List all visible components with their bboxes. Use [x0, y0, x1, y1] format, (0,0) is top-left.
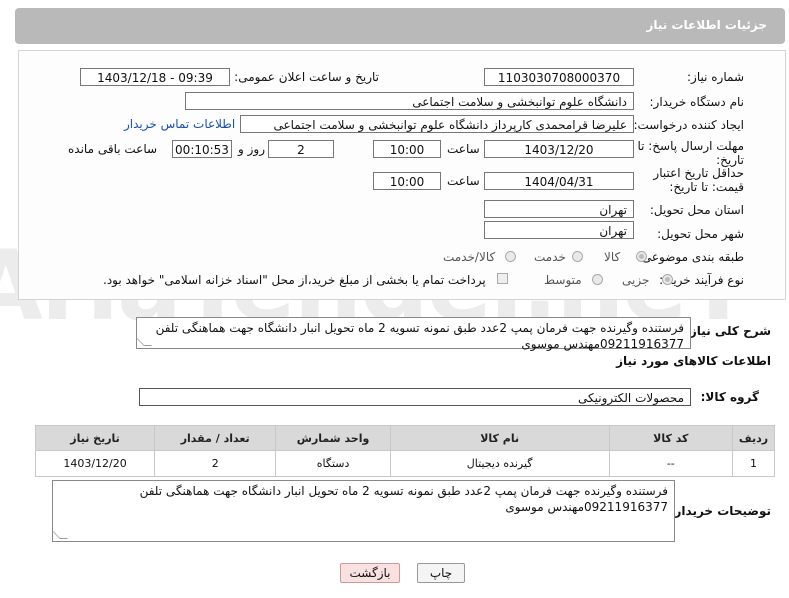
category-goods-service-radio[interactable] [505, 251, 516, 262]
creator-label: ایجاد کننده درخواست: [633, 118, 744, 132]
deadline-label: مهلت ارسال پاسخ: تا تاریخ: [637, 139, 744, 167]
deadline-date-field: 1403/12/20 [484, 140, 634, 158]
announce-datetime-label: تاریخ و ساعت اعلان عمومی: [234, 70, 379, 84]
goods-table-header: ردیف کد کالا نام کالا واحد شمارش تعداد /… [34, 425, 775, 451]
city-label: شهر محل تحویل: [657, 227, 744, 241]
need-number-label: شماره نیاز: [687, 70, 744, 84]
col-need-date: تاریخ نیاز [34, 425, 156, 451]
buyer-org-field: دانشگاه علوم توانبخشی و سلامت اجتماعی [185, 92, 634, 110]
creator-field: علیرضا قرامحمدی کارپرداز دانشگاه علوم تو… [240, 115, 634, 133]
province-label: استان محل تحویل: [649, 203, 744, 217]
deadline-days-field: 2 [268, 140, 334, 158]
back-button[interactable]: بازگشت [340, 563, 400, 583]
description-label: شرح کلی نیاز: [685, 324, 771, 338]
process-medium-label: متوسط [544, 273, 582, 287]
goods-group-label: گروه کالا: [700, 390, 759, 404]
cell-goods-code: -- [608, 450, 734, 477]
province-field: تهران [484, 200, 634, 218]
print-button[interactable]: چاپ [417, 563, 465, 583]
process-minor-label: جزیی [622, 273, 650, 287]
col-goods-name: نام کالا [389, 425, 610, 451]
category-goods-service-label: کالا/خدمت [443, 250, 496, 264]
price-validity-date-field: 1404/04/31 [484, 172, 634, 190]
resize-grip-icon[interactable] [136, 338, 152, 346]
buyer-contact-link[interactable]: اطلاعات تماس خریدار [124, 117, 235, 131]
col-row-number: ردیف [732, 425, 775, 451]
page-title: جزئیات اطلاعات نیاز [646, 18, 767, 32]
price-validity-label: حداقل تاریخ اعتبار قیمت: تا تاریخ: [653, 166, 744, 194]
cell-unit: دستگاه [275, 450, 391, 477]
col-unit: واحد شمارش [275, 425, 391, 451]
category-label: طبقه بندی موضوعی: [637, 250, 744, 264]
description-text: فرستنده وگیرنده جهت فرمان پمپ 2عدد طبق ن… [155, 321, 684, 351]
need-number-field: 1103030708000370 [484, 68, 634, 86]
remaining-time-field: 00:10:53 [172, 140, 232, 158]
col-goods-code: کد کالا [608, 425, 734, 451]
city-field: تهران [484, 221, 634, 239]
price-validity-time-field: 10:00 [373, 172, 441, 190]
category-goods-label: کالا [604, 250, 621, 264]
days-label: روز و [238, 142, 265, 156]
goods-group-field: محصولات الکترونیکی [139, 388, 691, 406]
announce-datetime-field: 1403/12/18 - 09:39 [80, 68, 230, 86]
category-goods-radio[interactable] [636, 251, 647, 262]
cell-need-date: 1403/12/20 [34, 450, 156, 477]
page-header: جزئیات اطلاعات نیاز [15, 8, 785, 44]
price-validity-time-label: ساعت [447, 174, 480, 188]
cell-quantity: 2 [154, 450, 277, 477]
treasury-payment-note: پرداخت تمام یا بخشی از مبلغ خرید،از محل … [103, 273, 486, 287]
buyer-notes-textarea[interactable]: فرستنده وگیرنده جهت فرمان پمپ 2عدد طبق ن… [52, 480, 675, 542]
cell-goods-name: گیرنده دیجیتال [389, 450, 610, 477]
deadline-time-label: ساعت [447, 142, 480, 156]
description-textarea[interactable]: فرستنده وگیرنده جهت فرمان پمپ 2عدد طبق ن… [136, 317, 691, 351]
goods-table: ردیف کد کالا نام کالا واحد شمارش تعداد /… [34, 425, 775, 477]
deadline-time-field: 10:00 [373, 140, 441, 158]
treasury-payment-checkbox[interactable] [497, 273, 508, 284]
process-minor-radio[interactable] [662, 274, 673, 285]
resize-grip-icon[interactable] [52, 531, 68, 539]
goods-section-title: اطلاعات کالاهای مورد نیاز [616, 354, 771, 368]
table-row: 1 -- گیرنده دیجیتال دستگاه 2 1403/12/20 [34, 450, 775, 477]
category-service-label: خدمت [534, 250, 566, 264]
remaining-time-label: ساعت باقی مانده [68, 142, 158, 156]
buyer-org-label: نام دستگاه خریدار: [649, 95, 745, 109]
col-quantity: تعداد / مقدار [154, 425, 277, 451]
cell-row-number: 1 [732, 450, 775, 477]
category-service-radio[interactable] [572, 251, 583, 262]
buyer-notes-label: توضیحات خریدار: [669, 504, 771, 518]
process-medium-radio[interactable] [592, 274, 603, 285]
buyer-notes-text: فرستنده وگیرنده جهت فرمان پمپ 2عدد طبق ن… [139, 484, 668, 514]
